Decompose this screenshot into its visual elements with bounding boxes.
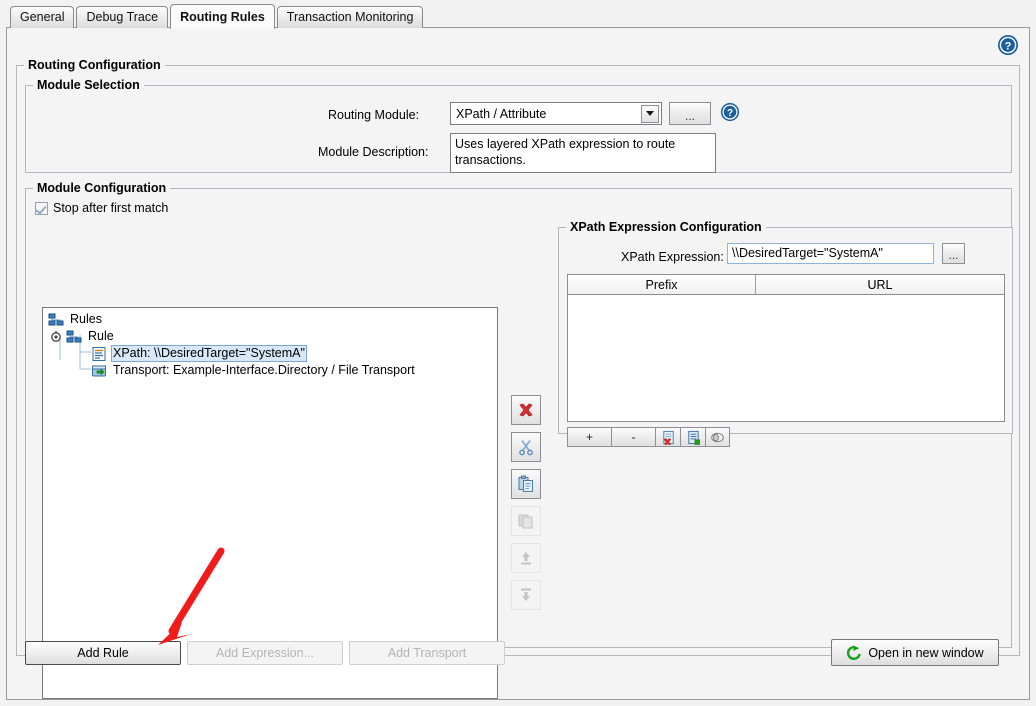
tree-expander-icon[interactable]: [48, 329, 64, 345]
copy-icon: [518, 514, 533, 529]
tree-node-transport[interactable]: Transport: Example-Interface.Directory /…: [91, 362, 417, 379]
transport-node-icon: [91, 363, 107, 379]
toggle-namespaces-button[interactable]: [705, 427, 730, 447]
tree-node-rules[interactable]: Rules: [48, 311, 104, 328]
add-rule-label: Add Rule: [77, 646, 129, 660]
scissors-icon: [519, 440, 533, 456]
namespace-toolbar: + -: [567, 427, 730, 447]
document-add-icon: [687, 430, 700, 445]
routing-configuration-title: Routing Configuration: [24, 58, 165, 72]
tree-node-label: Rule: [88, 329, 114, 343]
arrow-up-icon: [521, 552, 531, 565]
tab-label: Debug Trace: [86, 10, 159, 24]
xpath-expression-configuration-title: XPath Expression Configuration: [566, 220, 766, 234]
tree-node-label: XPath: \\DesiredTarget="SystemA": [111, 345, 307, 362]
module-selection-group: Module Selection Routing Module: XPath /…: [25, 78, 1012, 173]
stop-after-first-match-row[interactable]: Stop after first match: [35, 201, 168, 215]
xpath-node-icon: [91, 346, 107, 362]
routing-module-value: XPath / Attribute: [456, 106, 547, 121]
tab-label: Routing Rules: [180, 10, 265, 24]
tree-node-label: Rules: [70, 312, 102, 326]
tab-routing-rules[interactable]: Routing Rules: [170, 4, 275, 29]
tab-label: General: [20, 10, 65, 24]
tree-node-rule[interactable]: Rule: [48, 328, 116, 345]
add-namespace-label: +: [585, 430, 593, 444]
refresh-arrow-icon: [846, 644, 862, 661]
help-icon[interactable]: ?: [997, 34, 1019, 56]
stop-after-first-match-checkbox[interactable]: [35, 201, 48, 215]
add-expression-label: Add Expression...: [216, 646, 314, 660]
module-selection-title: Module Selection: [33, 78, 144, 92]
remove-namespace-button[interactable]: -: [611, 427, 655, 447]
routing-module-label: Routing Module:: [328, 108, 420, 122]
arrow-down-icon: [521, 588, 531, 601]
tab-label: Transaction Monitoring: [286, 10, 414, 24]
module-configuration-title: Module Configuration: [33, 181, 171, 195]
tab-general[interactable]: General: [10, 6, 75, 28]
add-transport-button: Add Transport: [349, 641, 505, 665]
copy-button: [511, 506, 541, 536]
add-rule-button[interactable]: Add Rule: [25, 641, 181, 665]
chevron-down-icon[interactable]: [641, 104, 659, 123]
stop-after-first-match-label: Stop after first match: [53, 201, 169, 215]
routing-module-browse-button[interactable]: ...: [669, 102, 711, 125]
module-configuration-group: Module Configuration Stop after first ma…: [25, 181, 1013, 699]
namespace-table[interactable]: Prefix URL: [567, 274, 1005, 422]
tree-node-label: Transport: Example-Interface.Directory /…: [113, 363, 415, 377]
paste-icon: [518, 475, 533, 492]
toggle-icon: [711, 432, 724, 442]
add-namespace-button[interactable]: +: [567, 427, 611, 447]
cut-button[interactable]: [511, 432, 541, 462]
paste-button[interactable]: [511, 469, 541, 499]
browse-label: ...: [948, 248, 959, 262]
xpath-expression-input[interactable]: \\DesiredTarget="SystemA": [727, 243, 934, 264]
module-description-label: Module Description:: [318, 145, 429, 159]
add-expression-button: Add Expression...: [187, 641, 343, 665]
xpath-expression-label: XPath Expression:: [621, 250, 724, 264]
tree-node-xpath[interactable]: XPath: \\DesiredTarget="SystemA": [91, 345, 307, 362]
rules-node-icon: [48, 312, 64, 328]
routing-rules-panel: ? Routing Configuration Module Selection…: [6, 27, 1030, 700]
svg-text:?: ?: [727, 108, 733, 119]
remove-namespace-label: -: [631, 430, 636, 444]
rule-node-icon: [66, 329, 82, 345]
xpath-expression-browse-button[interactable]: ...: [942, 243, 965, 264]
routing-module-help-icon[interactable]: ?: [720, 102, 740, 122]
module-description-text: Uses layered XPath expression to route t…: [450, 133, 716, 173]
xpath-expression-configuration-group: XPath Expression Configuration XPath Exp…: [558, 220, 1013, 447]
open-in-new-window-button[interactable]: Open in new window: [831, 639, 999, 666]
clear-namespaces-button[interactable]: [655, 427, 680, 447]
routing-configuration-group: Routing Configuration Module Selection R…: [16, 58, 1020, 699]
table-header-row: Prefix URL: [568, 275, 1004, 295]
tab-debug-trace[interactable]: Debug Trace: [76, 6, 169, 28]
move-down-button: [511, 580, 541, 610]
open-in-new-window-label: Open in new window: [868, 645, 984, 660]
move-up-button: [511, 543, 541, 573]
document-delete-icon: [662, 430, 674, 445]
column-header-url[interactable]: URL: [756, 275, 1004, 294]
browse-label: ...: [684, 109, 695, 123]
import-namespaces-button[interactable]: [680, 427, 705, 447]
tab-strip: General Debug Trace Routing Rules Transa…: [0, 0, 1036, 29]
column-header-prefix[interactable]: Prefix: [568, 275, 756, 294]
tab-transaction-monitoring[interactable]: Transaction Monitoring: [276, 6, 424, 28]
red-x-icon: [519, 403, 533, 417]
delete-button[interactable]: [511, 395, 541, 425]
svg-text:?: ?: [1005, 41, 1012, 53]
add-transport-label: Add Transport: [387, 646, 467, 660]
routing-module-select[interactable]: XPath / Attribute: [450, 102, 662, 125]
